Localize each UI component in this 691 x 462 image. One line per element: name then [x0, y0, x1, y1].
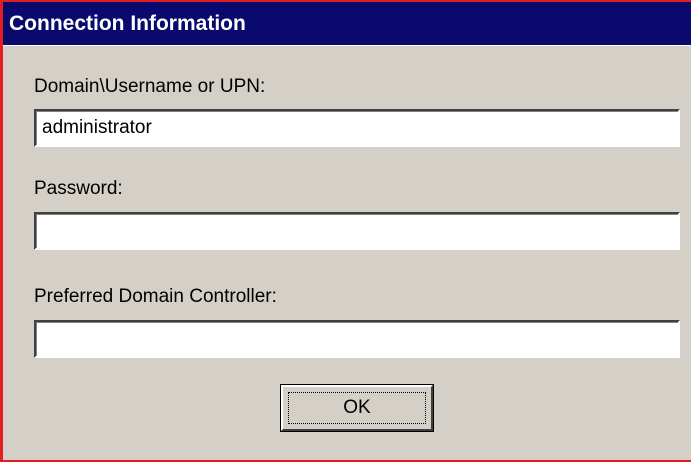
domain-controller-field[interactable]: [34, 320, 680, 358]
title-bar: Connection Information: [3, 2, 691, 46]
dialog-title: Connection Information: [9, 12, 246, 35]
password-field[interactable]: [34, 212, 680, 250]
ok-button-label: OK: [343, 397, 371, 418]
password-label: Password:: [34, 178, 123, 199]
connection-information-dialog: Connection Information Domain\Username o…: [0, 0, 691, 462]
username-label: Domain\Username or UPN:: [34, 76, 266, 97]
domain-controller-label: Preferred Domain Controller:: [34, 286, 277, 307]
ok-button[interactable]: OK: [280, 384, 434, 432]
username-field[interactable]: [34, 109, 680, 147]
